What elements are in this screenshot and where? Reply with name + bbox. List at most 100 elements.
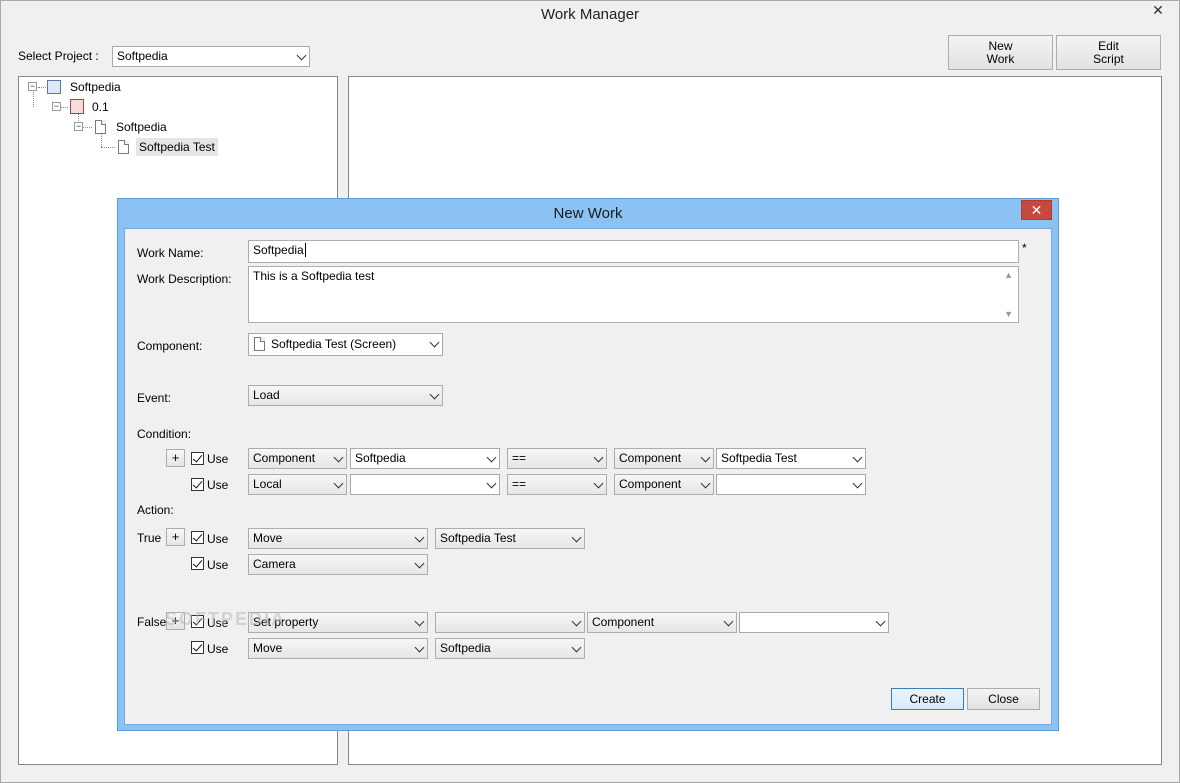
tree-expander-folder[interactable]: − — [74, 122, 83, 131]
tree-expander-version[interactable]: − — [52, 102, 61, 111]
event-select-value: Load — [253, 388, 280, 402]
condition-1-operator-value: == — [512, 451, 527, 465]
required-mark: * — [1022, 241, 1027, 255]
tree-line — [33, 92, 34, 107]
true-action-2-select[interactable]: Camera — [248, 554, 428, 575]
event-label: Event: — [137, 391, 172, 405]
condition-2-target-select[interactable]: Component — [614, 474, 714, 495]
tree-node-folder[interactable]: Softpedia — [116, 118, 167, 136]
condition-1-target-value: Component — [619, 451, 682, 465]
condition-2-operator-select[interactable]: == — [507, 474, 607, 495]
dialog-title: New Work — [553, 205, 623, 222]
use-label: Use — [207, 478, 229, 492]
chevron-down-icon — [296, 50, 307, 61]
condition-2-source-select[interactable]: Local — [248, 474, 347, 495]
true-action-1-select[interactable]: Move — [248, 528, 428, 549]
condition-2-target-value: Component — [619, 477, 682, 491]
chevron-down-icon — [414, 558, 425, 569]
edit-script-line1: Edit — [1098, 38, 1119, 53]
chevron-down-icon — [852, 452, 863, 463]
chevron-down-icon — [593, 478, 604, 489]
edit-script-button[interactable]: Edit Script — [1056, 35, 1161, 70]
new-work-line1: New — [988, 38, 1013, 53]
condition-1-right-select[interactable]: Softpedia Test — [716, 448, 866, 469]
component-select[interactable]: Softpedia Test (Screen) — [248, 333, 443, 356]
action-label: Action: — [137, 503, 174, 517]
false-action-1-target-select[interactable] — [435, 612, 585, 633]
chevron-down-icon — [700, 452, 711, 463]
chevron-down-icon — [571, 616, 582, 627]
create-button[interactable]: Create — [891, 688, 964, 710]
true-action-1-value: Move — [253, 531, 283, 545]
select-project-label: Select Project : — [18, 49, 99, 63]
dialog-close-button[interactable]: ✕ — [1021, 200, 1052, 220]
watermark: SOFTPEDIA — [165, 609, 287, 629]
work-description-textarea[interactable]: This is a Softpedia test ▲ ▼ — [248, 266, 1019, 323]
false-action-1-kind-select[interactable]: Component — [587, 612, 737, 633]
tree-line — [38, 87, 46, 88]
tree-expander-root[interactable]: − — [28, 82, 37, 91]
condition-1-operator-select[interactable]: == — [507, 448, 607, 469]
condition-label: Condition: — [137, 427, 192, 441]
condition-1-use-checkbox[interactable] — [191, 452, 204, 465]
chevron-down-icon — [486, 478, 497, 489]
chevron-down-icon — [414, 642, 425, 653]
work-name-value: Softpedia — [253, 243, 304, 257]
edit-script-line2: Script — [1093, 51, 1124, 66]
false-action-1-kind-value: Component — [592, 615, 655, 629]
tree-line — [82, 127, 92, 128]
new-work-dialog: New Work ✕ Work Name: Softpedia * Work D… — [117, 198, 1059, 731]
condition-2-left-select[interactable] — [350, 474, 500, 495]
true-action-1-target-select[interactable]: Softpedia Test — [435, 528, 585, 549]
chevron-down-icon — [723, 616, 734, 627]
add-true-action-button[interactable]: + — [166, 528, 185, 546]
tree-node-root[interactable]: Softpedia — [70, 78, 121, 96]
close-button[interactable]: Close — [967, 688, 1040, 710]
condition-2-source-value: Local — [253, 477, 282, 491]
window-close-button[interactable]: ✕ — [1143, 1, 1173, 19]
false-action-2-target-value: Softpedia — [440, 641, 491, 655]
chevron-down-icon — [333, 452, 344, 463]
component-label: Component: — [137, 339, 203, 353]
work-description-label: Work Description: — [137, 272, 232, 286]
new-work-button[interactable]: New Work — [948, 35, 1053, 70]
chevron-down-icon — [571, 532, 582, 543]
false-action-2-value: Move — [253, 641, 283, 655]
add-condition-button[interactable]: + — [166, 449, 185, 467]
condition-1-left-select[interactable]: Softpedia — [350, 448, 500, 469]
event-select[interactable]: Load — [248, 385, 443, 406]
project-select-value: Softpedia — [117, 49, 168, 63]
condition-1-target-select[interactable]: Component — [614, 448, 714, 469]
condition-2-right-select[interactable] — [716, 474, 866, 495]
true-label: True — [137, 531, 162, 545]
tree-line — [101, 147, 115, 148]
chevron-down-icon — [486, 452, 497, 463]
component-select-value: Softpedia Test (Screen) — [271, 337, 397, 351]
true-action-1-use-checkbox[interactable] — [191, 531, 204, 544]
false-action-1-value-select[interactable] — [739, 612, 889, 633]
use-label: Use — [207, 532, 229, 546]
work-name-input[interactable]: Softpedia — [248, 240, 1019, 263]
document-icon — [118, 140, 129, 154]
work-description-value: This is a Softpedia test — [253, 269, 375, 283]
tree-node-leaf[interactable]: Softpedia Test — [136, 138, 218, 156]
scroll-down-icon[interactable]: ▼ — [1004, 309, 1013, 319]
false-action-2-select[interactable]: Move — [248, 638, 428, 659]
condition-1-source-select[interactable]: Component — [248, 448, 347, 469]
document-icon — [254, 337, 265, 351]
window-title: Work Manager — [540, 6, 640, 23]
project-select[interactable]: Softpedia — [112, 46, 310, 67]
chevron-down-icon — [429, 389, 440, 400]
scroll-up-icon[interactable]: ▲ — [1004, 270, 1013, 280]
true-action-1-target-value: Softpedia Test — [440, 531, 516, 545]
false-action-2-use-checkbox[interactable] — [191, 641, 204, 654]
true-action-2-use-checkbox[interactable] — [191, 557, 204, 570]
false-action-2-target-select[interactable]: Softpedia — [435, 638, 585, 659]
condition-2-operator-value: == — [512, 477, 527, 491]
use-label: Use — [207, 642, 229, 656]
work-name-label: Work Name: — [137, 246, 204, 260]
condition-2-use-checkbox[interactable] — [191, 478, 204, 491]
new-work-line2: Work — [986, 51, 1015, 66]
tree-node-version[interactable]: 0.1 — [92, 98, 109, 116]
condition-1-source-value: Component — [253, 451, 316, 465]
